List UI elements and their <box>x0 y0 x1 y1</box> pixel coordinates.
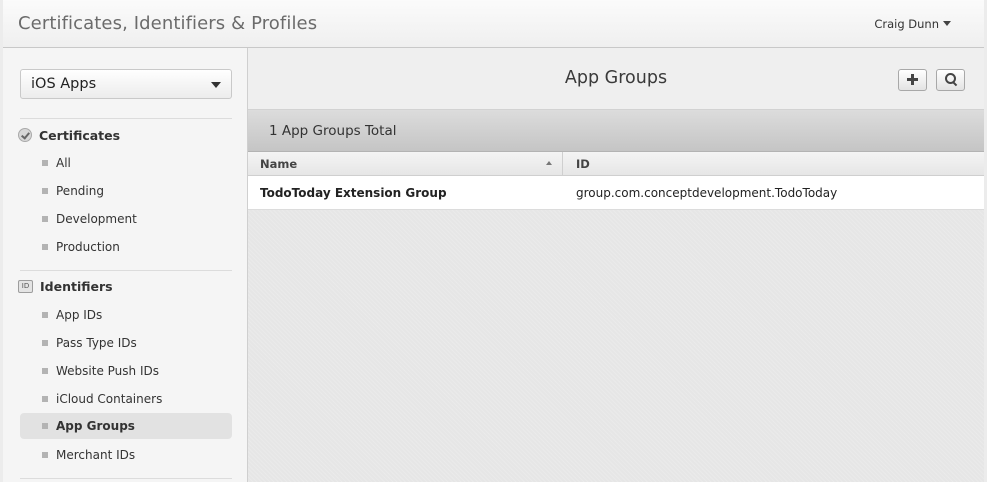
sidebar: iOS Apps Certificates All Pending Develo… <box>3 48 248 482</box>
bullet-icon <box>42 188 48 194</box>
row-id-cell: group.com.conceptdevelopment.TodoToday <box>576 186 838 200</box>
user-name: Craig Dunn <box>874 17 939 31</box>
platform-select-value: iOS Apps <box>31 76 97 92</box>
id-icon: ID <box>18 279 33 293</box>
page-title: App Groups <box>564 68 668 88</box>
app-title: Certificates, Identifiers & Profiles <box>18 13 318 34</box>
column-header-name[interactable]: Name <box>260 157 297 171</box>
table-row[interactable]: TodoToday Extension Group group.com.conc… <box>248 176 984 210</box>
add-button[interactable] <box>898 69 927 91</box>
bullet-icon <box>42 160 48 166</box>
bullet-icon <box>42 452 48 458</box>
sidebar-divider <box>20 478 232 479</box>
bullet-icon <box>42 216 48 222</box>
search-button[interactable] <box>936 69 965 91</box>
sidebar-divider <box>20 118 232 119</box>
main-panel: App Groups 1 App Groups Total Name ID To… <box>248 48 984 482</box>
plus-icon <box>907 74 918 85</box>
row-name-cell: TodoToday Extension Group <box>260 186 447 200</box>
main-toolbar: App Groups <box>248 48 984 110</box>
sidebar-item-website-push-ids[interactable]: Website Push IDs <box>20 358 232 384</box>
sort-ascending-icon <box>546 161 552 165</box>
column-separator <box>562 152 563 176</box>
platform-select[interactable]: iOS Apps <box>20 69 232 99</box>
section-identifiers: ID Identifiers <box>18 277 113 295</box>
sidebar-divider <box>20 270 232 271</box>
table-header: Name ID <box>248 152 984 176</box>
chevron-down-icon <box>211 82 221 88</box>
top-header: Certificates, Identifiers & Profiles Cra… <box>3 0 984 48</box>
bullet-icon <box>42 312 48 318</box>
bullet-icon <box>42 423 48 429</box>
sidebar-item-label: App IDs <box>56 308 103 322</box>
total-count-bar: 1 App Groups Total <box>248 110 984 152</box>
section-title: Certificates <box>39 127 121 143</box>
sidebar-item-label: Website Push IDs <box>56 364 159 378</box>
sidebar-item-label: Merchant IDs <box>56 448 136 462</box>
user-menu[interactable]: Craig Dunn <box>874 17 951 31</box>
sidebar-item-label: Production <box>56 240 120 254</box>
sidebar-item-label: Development <box>56 212 137 226</box>
sidebar-item-production[interactable]: Production <box>20 234 232 260</box>
bullet-icon <box>42 244 48 250</box>
sidebar-item-label: App Groups <box>56 419 135 433</box>
total-count-label: 1 App Groups Total <box>269 123 397 139</box>
caret-down-icon <box>943 21 951 26</box>
bullet-icon <box>42 340 48 346</box>
section-certificates: Certificates <box>18 126 120 144</box>
sidebar-item-label: Pass Type IDs <box>56 336 137 350</box>
empty-content-area <box>248 210 984 482</box>
sidebar-item-pass-type-ids[interactable]: Pass Type IDs <box>20 330 232 356</box>
section-title: Identifiers <box>40 278 113 294</box>
sidebar-item-icloud-containers[interactable]: iCloud Containers <box>20 386 232 412</box>
search-icon <box>945 73 957 85</box>
certificate-icon <box>18 128 32 142</box>
sidebar-item-label: All <box>56 156 71 170</box>
bullet-icon <box>42 396 48 402</box>
sidebar-item-development[interactable]: Development <box>20 206 232 232</box>
column-header-id[interactable]: ID <box>576 157 590 171</box>
sidebar-item-pending[interactable]: Pending <box>20 178 232 204</box>
sidebar-item-app-ids[interactable]: App IDs <box>20 302 232 328</box>
sidebar-item-merchant-ids[interactable]: Merchant IDs <box>20 442 232 468</box>
sidebar-item-all[interactable]: All <box>20 150 232 176</box>
sidebar-item-app-groups[interactable]: App Groups <box>20 413 232 439</box>
sidebar-item-label: iCloud Containers <box>56 392 163 406</box>
bullet-icon <box>42 368 48 374</box>
sidebar-item-label: Pending <box>56 184 104 198</box>
